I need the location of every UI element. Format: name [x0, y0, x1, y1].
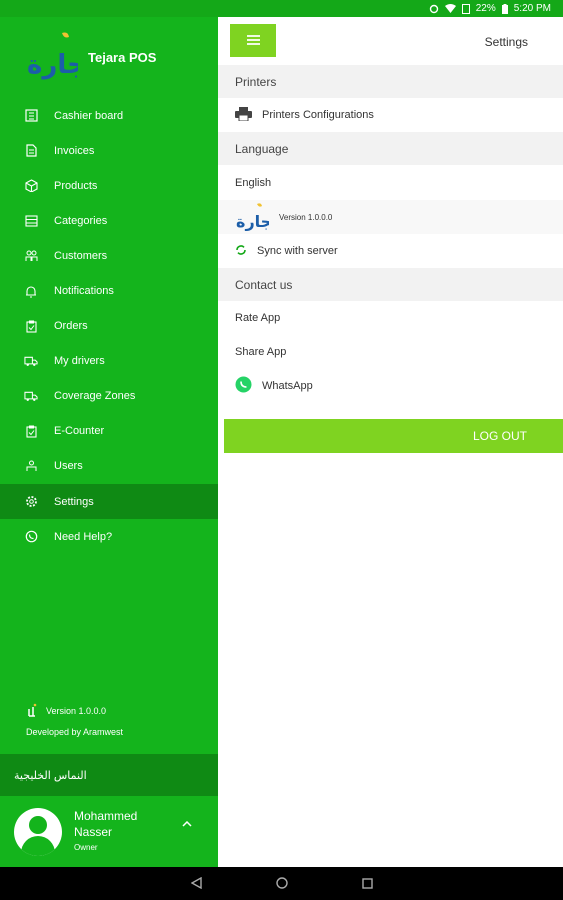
box-icon [24, 179, 38, 193]
app-version-row: تجارة Version 1.0.0.0 [218, 200, 563, 234]
user-first-name: Mohammed [74, 808, 138, 823]
sidebar-item-coverage-zones[interactable]: Coverage Zones [0, 379, 218, 414]
sidebar-item-label: Cashier board [54, 109, 124, 122]
system-nav-bar [0, 867, 563, 900]
page-title: Settings [484, 35, 528, 49]
sidebar-item-need-help[interactable]: Need Help? [0, 519, 218, 554]
menu-button[interactable] [230, 24, 276, 57]
sidebar-item-label: Orders [54, 320, 88, 333]
user-role: Owner [74, 842, 98, 852]
svg-text:تجارة: تجارة [236, 212, 269, 231]
clipboard-icon [24, 424, 38, 438]
sidebar-item-label: E-Counter [54, 425, 105, 438]
rate-app-label: Rate App [235, 312, 281, 324]
share-app-item[interactable]: Share App [218, 335, 563, 369]
sync-icon [235, 244, 247, 259]
drawer-menu: Cashier board Invoices Products Categori… [0, 98, 218, 554]
sidebar-item-label: Categories [54, 214, 108, 227]
list-icon [24, 214, 38, 228]
sidebar-item-label: Settings [54, 495, 94, 508]
battery-percent: 22% [475, 3, 496, 14]
printer-icon [235, 106, 252, 124]
sidebar-item-label: Coverage Zones [54, 390, 136, 403]
section-language: Language [218, 132, 563, 165]
sidebar-item-users[interactable]: Users [0, 449, 218, 484]
sidebar-item-label: My drivers [54, 355, 105, 368]
toolbar: Settings [218, 17, 563, 65]
brand: تجارة Tejara POS [24, 27, 156, 87]
sidebar-item-label: Users [54, 460, 83, 473]
company-name: النماس الخليجية [0, 754, 218, 796]
whatsapp-icon [24, 530, 38, 544]
logout-button[interactable]: LOG OUT [224, 419, 563, 453]
sidebar-item-label: Invoices [54, 144, 95, 157]
sidebar-item-notifications[interactable]: Notifications [0, 273, 218, 308]
language-value: English [235, 177, 272, 189]
sync-label: Sync with server [257, 245, 338, 257]
sidebar-item-label: Notifications [54, 285, 114, 298]
avatar [14, 807, 62, 856]
home-icon[interactable] [275, 876, 288, 892]
clock: 5:20 PM [513, 3, 551, 14]
sidebar-item-customers[interactable]: Customers [0, 238, 218, 273]
whatsapp-label: WhatsApp [262, 380, 313, 392]
truck-icon [24, 354, 38, 368]
tejara-logo: تجارة [235, 201, 278, 234]
user-last-name: Nasser [74, 824, 113, 839]
chevron-up-icon[interactable] [182, 816, 192, 830]
printers-configurations-item[interactable]: Printers Configurations [218, 98, 563, 132]
truck-icon [24, 389, 38, 403]
sync-status-icon [429, 4, 439, 14]
navigation-drawer: تجارة Tejara POS Cashier board Invoices … [0, 17, 218, 867]
invoice-icon [24, 144, 38, 158]
whatsapp-icon [235, 376, 252, 396]
rate-app-item[interactable]: Rate App [218, 301, 563, 335]
hamburger-icon [246, 32, 260, 50]
sidebar-item-products[interactable]: Products [0, 168, 218, 203]
share-app-label: Share App [235, 346, 287, 358]
drawer-version: Version 1.0.0.0 [46, 706, 107, 716]
sidebar-item-label: Products [54, 179, 98, 192]
sync-with-server-item[interactable]: Sync with server [218, 234, 563, 268]
language-item[interactable]: English [218, 166, 563, 200]
cashier-icon [24, 109, 38, 123]
bell-icon [24, 284, 38, 298]
sidebar-item-categories[interactable]: Categories [0, 203, 218, 238]
tejara-logo: تجارة [24, 29, 96, 86]
status-bar: 22% 5:20 PM [0, 0, 563, 17]
battery-icon [501, 3, 508, 14]
sidebar-item-label: Need Help? [54, 530, 113, 543]
app-name: Tejara POS [88, 49, 157, 65]
settings-panel: Settings Printers Printers Configuration… [218, 17, 563, 867]
sidebar-item-invoices[interactable]: Invoices [0, 133, 218, 168]
wifi-icon [444, 4, 456, 13]
whatsapp-item[interactable]: WhatsApp [218, 369, 563, 403]
small-logo-icon [26, 703, 38, 719]
app-version: Version 1.0.0.0 [279, 212, 333, 222]
printers-configurations-label: Printers Configurations [262, 109, 374, 121]
people-icon [24, 249, 38, 263]
user-profile[interactable]: Mohammed Nasser Owner [0, 796, 218, 867]
sidebar-item-my-drivers[interactable]: My drivers [0, 344, 218, 379]
sidebar-item-orders[interactable]: Orders [0, 309, 218, 344]
recents-icon[interactable] [361, 876, 373, 892]
developer-credit: Developed by Aramwest [26, 727, 124, 737]
sidebar-item-label: Customers [54, 249, 108, 262]
profile-text: Mohammed Nasser Owner [74, 808, 137, 856]
no-sim-icon [461, 3, 470, 14]
section-contact-us: Contact us [218, 268, 563, 301]
svg-text:تجارة: تجارة [27, 50, 78, 80]
users-icon [24, 459, 38, 473]
drawer-version-info: Version 1.0.0.0 Developed by Aramwest [26, 703, 123, 737]
back-icon[interactable] [190, 876, 202, 892]
sidebar-item-settings[interactable]: Settings [0, 484, 218, 520]
sidebar-item-e-counter[interactable]: E-Counter [0, 414, 218, 449]
sidebar-item-cashier-board[interactable]: Cashier board [0, 98, 218, 133]
clipboard-icon [24, 319, 38, 333]
gear-icon [24, 495, 38, 509]
section-printers: Printers [218, 65, 563, 98]
